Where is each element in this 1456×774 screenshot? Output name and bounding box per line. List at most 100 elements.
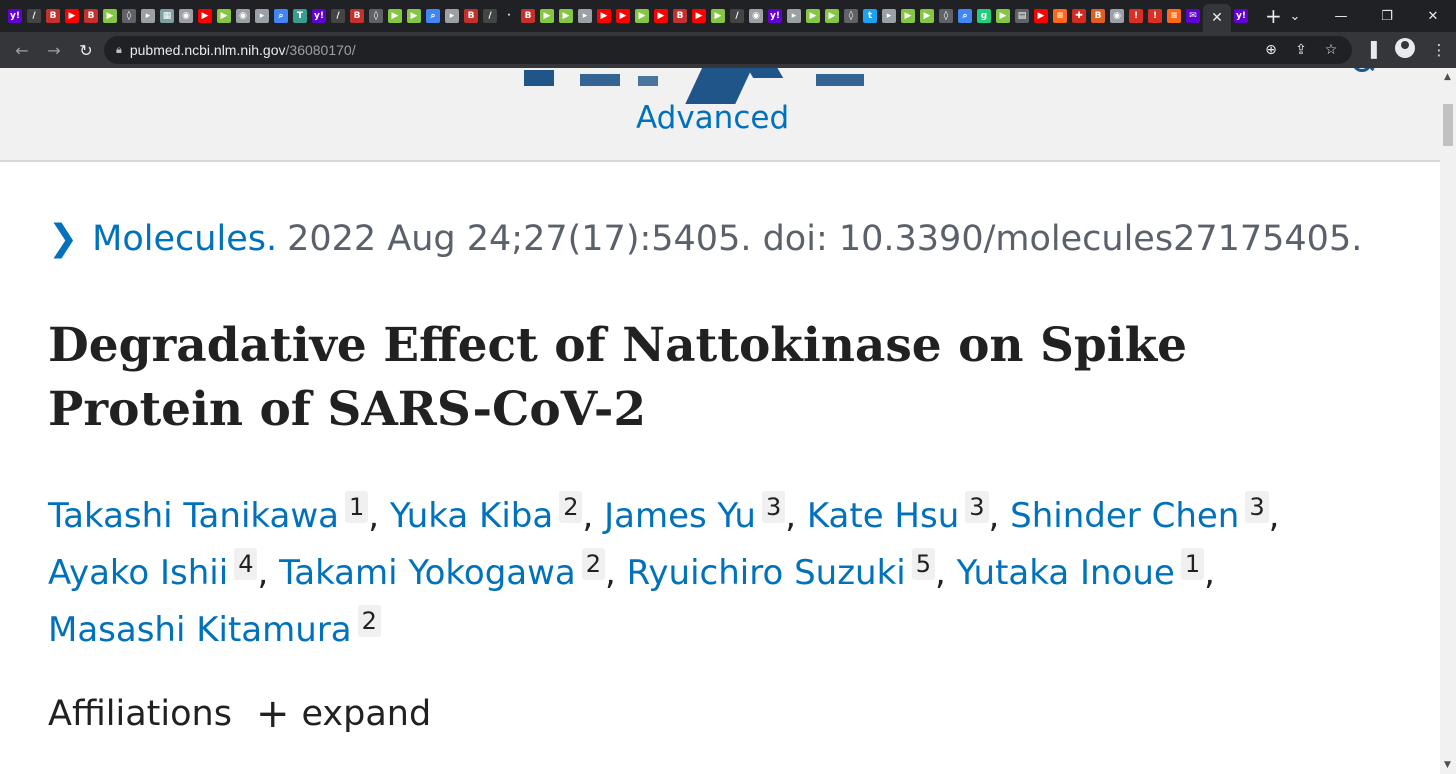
browser-tab[interactable]: ▶ xyxy=(823,3,841,29)
author-link[interactable]: James Yu xyxy=(604,496,756,536)
share-icon[interactable]: ⇪ xyxy=(1286,42,1316,58)
browser-tab[interactable]: ▶ xyxy=(101,3,119,29)
affiliation-number[interactable]: 2 xyxy=(559,491,583,523)
browser-tab[interactable]: B xyxy=(348,3,366,29)
restore-icon[interactable]: ❐ xyxy=(1364,9,1410,24)
browser-tab[interactable]: ▶ xyxy=(63,3,81,29)
browser-tab[interactable]: ◊ xyxy=(367,3,385,29)
menu-icon[interactable]: ⋮ xyxy=(1422,41,1456,59)
browser-tab[interactable]: ▶ xyxy=(918,3,936,29)
profile-avatar[interactable] xyxy=(1388,38,1422,62)
browser-tab[interactable]: ▶ xyxy=(1032,3,1050,29)
affiliation-number[interactable]: 3 xyxy=(1245,491,1269,523)
affiliation-number[interactable]: 3 xyxy=(965,491,989,523)
browser-tab[interactable]: ▶ xyxy=(614,3,632,29)
browser-tab[interactable]: ⌕ xyxy=(956,3,974,29)
browser-tab[interactable]: B xyxy=(519,3,537,29)
author-link[interactable]: Masashi Kitamura xyxy=(48,610,352,650)
browser-tab[interactable]: ◊ xyxy=(937,3,955,29)
browser-tab[interactable]: ▶ xyxy=(196,3,214,29)
browser-tab[interactable]: ▦ xyxy=(158,3,176,29)
side-panel-icon[interactable]: ▐ xyxy=(1354,41,1388,59)
browser-tab[interactable]: ▤ xyxy=(1013,3,1031,29)
close-window-icon[interactable]: ✕ xyxy=(1410,9,1456,24)
zoom-icon[interactable]: ⊕ xyxy=(1256,42,1286,58)
browser-tab[interactable]: ✚ xyxy=(1070,3,1088,29)
back-button[interactable]: ← xyxy=(6,41,38,60)
browser-tab[interactable]: ! xyxy=(1146,3,1164,29)
browser-tab[interactable]: y! xyxy=(310,3,328,29)
address-bar[interactable]: 🔒︎ pubmed.ncbi.nlm.nih.gov /36080170/ ⊕ … xyxy=(104,36,1352,64)
plus-icon[interactable]: + xyxy=(256,694,290,734)
author-link[interactable]: Shinder Chen xyxy=(1010,496,1239,536)
scroll-up-icon[interactable]: ▲ xyxy=(1444,72,1451,82)
browser-tab[interactable]: y! xyxy=(1232,3,1250,29)
browser-tab[interactable]: ▶ xyxy=(386,3,404,29)
browser-tab[interactable]: B xyxy=(671,3,689,29)
browser-tab[interactable]: ✉ xyxy=(1184,3,1202,29)
browser-tab[interactable]: ▸ xyxy=(880,3,898,29)
close-tab-icon[interactable]: ✕ xyxy=(1211,10,1223,26)
browser-tab[interactable]: ▶ xyxy=(557,3,575,29)
browser-tab[interactable]: ≡ xyxy=(1165,3,1183,29)
browser-tab[interactable]: t xyxy=(861,3,879,29)
browser-tab[interactable]: ▶ xyxy=(633,3,651,29)
affiliation-number[interactable]: 3 xyxy=(761,491,786,523)
pubmed-logo[interactable] xyxy=(520,68,880,104)
browser-tab[interactable]: ▶ xyxy=(405,3,423,29)
browser-tab[interactable]: g xyxy=(975,3,993,29)
browser-tab[interactable]: · xyxy=(500,3,518,29)
browser-tab[interactable]: ▶ xyxy=(595,3,613,29)
scroll-down-icon[interactable]: ▼ xyxy=(1444,760,1451,770)
browser-tab[interactable]: T xyxy=(291,3,309,29)
journal-link[interactable]: Molecules. xyxy=(92,219,277,259)
vertical-scrollbar[interactable]: ▲ ▼ xyxy=(1440,68,1456,774)
browser-tab[interactable]: y! xyxy=(6,3,24,29)
browser-tab[interactable]: y! xyxy=(766,3,784,29)
browser-tab[interactable]: / xyxy=(25,3,43,29)
browser-tab[interactable]: ◉ xyxy=(747,3,765,29)
browser-tab[interactable]: ⌕ xyxy=(272,3,290,29)
browser-tab[interactable]: ◉ xyxy=(1108,3,1126,29)
browser-tab[interactable]: B xyxy=(44,3,62,29)
reload-button[interactable]: ↻ xyxy=(70,41,102,60)
browser-tab[interactable]: B xyxy=(462,3,480,29)
browser-tab[interactable]: ▸ xyxy=(576,3,594,29)
browser-tab[interactable]: ◉ xyxy=(177,3,195,29)
browser-tab[interactable]: ▶ xyxy=(652,3,670,29)
author-link[interactable]: Takami Yokogawa xyxy=(279,553,576,593)
browser-tab[interactable]: ▸ xyxy=(253,3,271,29)
browser-tab[interactable]: B xyxy=(1089,3,1107,29)
browser-tab[interactable]: ⌕ xyxy=(424,3,442,29)
browser-tab[interactable]: ▸ xyxy=(139,3,157,29)
chevron-right-icon[interactable]: ❯ xyxy=(48,218,78,259)
author-link[interactable]: Yutaka Inoue xyxy=(957,553,1175,593)
browser-tab[interactable]: ! xyxy=(1127,3,1145,29)
author-link[interactable]: Yuka Kiba xyxy=(390,496,553,536)
affiliation-number[interactable]: 5 xyxy=(911,548,936,580)
author-link[interactable]: Ryuichiro Suzuki xyxy=(627,553,906,593)
minimize-icon[interactable]: — xyxy=(1318,9,1364,24)
author-link[interactable]: Takashi Tanikawa xyxy=(48,496,339,536)
author-link[interactable]: Ayako Ishii xyxy=(48,553,228,593)
expand-button[interactable]: expand xyxy=(301,694,431,734)
scrollbar-thumb[interactable] xyxy=(1443,104,1453,146)
browser-tab[interactable]: / xyxy=(329,3,347,29)
browser-tab[interactable]: ▶ xyxy=(538,3,556,29)
forward-button[interactable]: → xyxy=(38,41,70,60)
browser-tab[interactable]: ▸ xyxy=(785,3,803,29)
browser-tab[interactable]: ◉ xyxy=(234,3,252,29)
browser-tab[interactable]: ▶ xyxy=(690,3,708,29)
affiliation-number[interactable]: 1 xyxy=(344,491,369,523)
lock-icon[interactable]: 🔒︎ xyxy=(116,43,122,57)
active-tab[interactable]: ✕ xyxy=(1203,4,1231,32)
affiliation-number[interactable]: 2 xyxy=(357,605,381,637)
bookmark-star-icon[interactable]: ☆ xyxy=(1316,42,1346,58)
affiliation-number[interactable]: 2 xyxy=(581,548,606,580)
browser-tab[interactable]: / xyxy=(728,3,746,29)
browser-tab[interactable]: ≡ xyxy=(1051,3,1069,29)
advanced-search-link[interactable]: Advanced xyxy=(636,100,789,136)
browser-tab[interactable]: ▸ xyxy=(443,3,461,29)
author-link[interactable]: Kate Hsu xyxy=(807,496,959,536)
browser-tab[interactable]: ▶ xyxy=(804,3,822,29)
